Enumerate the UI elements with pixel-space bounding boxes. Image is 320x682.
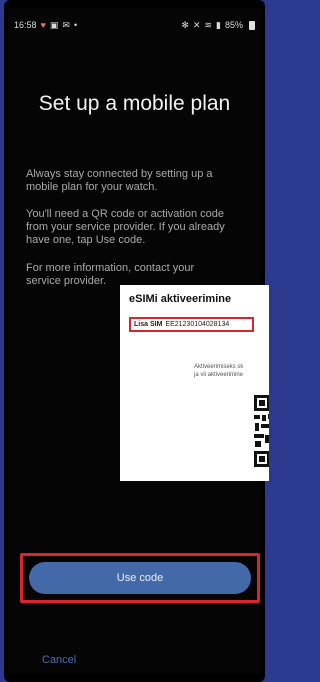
esim-activation-card: eSIMi aktiveerimine Lisa SIM EE212301040… bbox=[120, 285, 269, 481]
battery-icon bbox=[249, 20, 255, 30]
wifi-icon: ≋ bbox=[204, 19, 213, 30]
sim-code-highlight: Lisa SIM EE21230104028134 bbox=[129, 317, 254, 332]
use-code-highlight: Use code bbox=[20, 553, 260, 603]
messages-icon: ✉ bbox=[62, 19, 70, 30]
activation-instructions: Aktiveerimiseks sk ja vii aktiveerimine bbox=[194, 363, 269, 379]
status-time: 16:58 bbox=[14, 20, 37, 30]
cancel-button[interactable]: Cancel bbox=[42, 654, 76, 666]
sim-number: EE21230104028134 bbox=[165, 321, 230, 328]
heart-icon: ♥ bbox=[40, 20, 46, 30]
page-title: Set up a mobile plan bbox=[38, 92, 231, 115]
mute-icon: ✕ bbox=[192, 19, 201, 30]
description-paragraph-2: You'll need a QR code or activation code… bbox=[26, 208, 225, 246]
qr-code-icon bbox=[252, 393, 269, 469]
status-left: 16:58 ♥ ▣ ✉ • bbox=[14, 20, 77, 31]
status-right: ✻ ✕ ≋ ▮ 85% bbox=[181, 20, 255, 31]
description-paragraph-1: Always stay connected by setting up a mo… bbox=[26, 168, 213, 193]
bluetooth-icon: ✻ bbox=[181, 19, 189, 30]
status-bar: 16:58 ♥ ▣ ✉ • ✻ ✕ ≋ ▮ 85% bbox=[14, 18, 255, 32]
activation-text-line-1: Aktiveerimiseks sk bbox=[194, 364, 244, 370]
sim-label: Lisa SIM bbox=[134, 321, 163, 328]
activation-text-line-2: ja vii aktiveerimine bbox=[194, 372, 244, 378]
gallery-icon: ▣ bbox=[49, 19, 59, 30]
esim-card-title: eSIMi aktiveerimine bbox=[129, 293, 232, 305]
use-code-button[interactable]: Use code bbox=[29, 562, 251, 594]
signal-icon: ▮ bbox=[216, 19, 221, 30]
battery-percent: 85% bbox=[224, 20, 243, 30]
dot-icon: • bbox=[73, 20, 78, 30]
